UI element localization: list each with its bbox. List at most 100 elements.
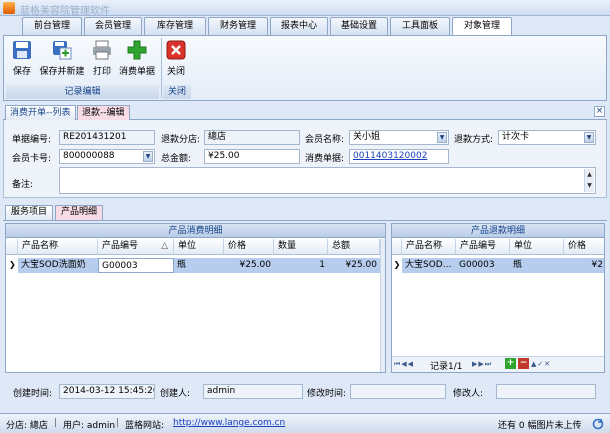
cell-product-code[interactable]: G00003 [456, 258, 510, 273]
refund-method-label: 退款方式: [454, 135, 494, 145]
doctab-consume-list[interactable]: 消费开单--列表 [5, 105, 76, 120]
tab-inventory[interactable]: 库存管理 [144, 17, 206, 35]
tab-member[interactable]: 会员管理 [84, 17, 142, 35]
card-no-label: 会员卡号: [12, 154, 52, 164]
tab-reports[interactable]: 报表中心 [270, 17, 328, 35]
creator-field[interactable]: admin [203, 384, 303, 399]
cell-unit[interactable]: 瓶 [174, 258, 224, 273]
cell-product-name[interactable]: 大宝SOD洗面奶 [18, 258, 98, 273]
col-product-code[interactable]: 产品编号 △ [98, 239, 174, 255]
title-bar: 蓝格美容院管理软件 [0, 0, 610, 17]
refund-grid-title: 产品退款明细 [392, 224, 604, 238]
print-button[interactable]: 打印 [90, 39, 114, 79]
close-icon [166, 40, 186, 60]
member-name-select[interactable]: 关小姐 ▼ [349, 130, 449, 145]
col-product-code-label: 产品编号 [102, 241, 139, 251]
product-refund-grid: 产品退款明细 产品名称 产品编号 单位 价格 ❯ 大宝SOD... G00003… [391, 223, 605, 373]
chevron-down-icon[interactable]: ▼ [143, 151, 153, 162]
status-site-label: 蓝格网站: [125, 421, 165, 431]
created-time-label: 创建时间: [13, 389, 53, 399]
remark-label: 备注: [12, 180, 34, 190]
nav-edit-icons[interactable]: ▲✓✕ [531, 360, 551, 368]
printer-icon [93, 40, 111, 60]
chevron-down-icon[interactable]: ▼ [584, 132, 594, 143]
modifier-field[interactable] [496, 384, 596, 399]
app-title: 蓝格美容院管理软件 [20, 6, 110, 17]
member-name-label: 会员名称: [305, 135, 345, 145]
print-label: 打印 [92, 67, 111, 77]
row-pointer-icon: ❯ [9, 260, 16, 269]
cell-price[interactable]: ¥25.00 [224, 258, 274, 273]
member-name-value: 关小姐 [353, 132, 381, 142]
col-unit[interactable]: 单位 [174, 239, 224, 255]
status-bar: 分店: 總店 | 用户: admin | 蓝格网站: http://www.la… [0, 413, 610, 433]
add-row-icon[interactable]: + [505, 358, 516, 369]
remark-textarea[interactable] [59, 167, 596, 194]
col-price[interactable]: 价格 [224, 239, 274, 255]
plus-icon [127, 40, 147, 60]
status-site-link[interactable]: http://www.lange.com.cn [173, 418, 285, 428]
tab-front[interactable]: 前台管理 [22, 17, 82, 35]
consume-doc-button[interactable]: 消费单据 [118, 39, 156, 79]
save-button[interactable]: 保存 [10, 39, 34, 79]
row-indicator-header [6, 239, 18, 255]
cell-qty[interactable]: 1 [274, 258, 328, 273]
cell-product-name[interactable]: 大宝SOD... [402, 258, 456, 273]
consume-grid-scrollbar[interactable] [380, 239, 385, 372]
save-icon [13, 41, 31, 59]
consume-doc-link[interactable]: 0011403120002 [349, 149, 449, 164]
tab-service-items[interactable]: 服务项目 [5, 205, 54, 220]
cell-unit[interactable]: 瓶 [510, 258, 564, 273]
col-product-code[interactable]: 产品编号 [456, 239, 510, 255]
refund-method-value: 计次卡 [502, 132, 530, 142]
save-new-label: 保存并新建 [39, 67, 85, 77]
group-close: 关闭 [163, 85, 191, 99]
save-new-icon [53, 41, 72, 60]
refresh-icon[interactable] [592, 418, 604, 430]
col-qty[interactable]: 数量 [274, 239, 328, 255]
app-icon [3, 2, 15, 14]
creator-label: 创建人: [160, 389, 191, 399]
total-field[interactable]: ¥25.00 [204, 149, 300, 164]
tab-tools[interactable]: 工具面板 [390, 17, 450, 35]
status-branch: 分店: 總店 [6, 421, 48, 431]
cell-amount[interactable]: ¥25.00 [328, 258, 380, 273]
save-new-button[interactable]: 保存并新建 [39, 39, 85, 79]
status-user: 用户: admin [63, 421, 116, 431]
col-product-name[interactable]: 产品名称 [18, 239, 98, 255]
nav-next-last-icons[interactable]: ▶▶⏭ [472, 360, 492, 369]
tab-objects[interactable]: 对象管理 [452, 17, 512, 36]
created-time-field[interactable]: 2014-03-12 15:45:20 [59, 384, 155, 399]
total-label: 总金额: [161, 154, 192, 164]
close-button[interactable]: 关闭 [164, 39, 188, 79]
modifier-label: 修改人: [453, 389, 484, 399]
group-record-edit: 记录编辑 [6, 85, 159, 99]
remark-scrollbar[interactable]: ▲ ▼ [584, 169, 594, 192]
tab-finance[interactable]: 财务管理 [208, 17, 268, 35]
consume-doc-label: 消费单据 [118, 67, 155, 77]
doc-no-field[interactable]: RE201431201 [59, 130, 155, 145]
row-pointer-icon: ❯ [393, 260, 401, 269]
cell-price[interactable]: ¥2 [564, 258, 604, 273]
col-price[interactable]: 价格 [564, 239, 604, 255]
nav-first-prev-icons[interactable]: ⏮◀◀ [394, 360, 414, 369]
branch-field[interactable]: 總店 [204, 130, 300, 145]
consume-grid-title: 产品消费明细 [6, 224, 385, 238]
refund-grid-navigator: ⏮◀◀ 记录1/1 ▶▶⏭ + − ▲✓✕ [392, 356, 604, 372]
cell-product-code-editor[interactable]: G00003 [98, 258, 174, 273]
tab-settings[interactable]: 基础设置 [330, 17, 388, 35]
delete-row-icon[interactable]: − [518, 358, 529, 369]
col-unit[interactable]: 单位 [510, 239, 564, 255]
col-product-name[interactable]: 产品名称 [402, 239, 456, 255]
doctab-refund-edit[interactable]: 退款--编辑 [77, 105, 130, 120]
document-tabs: 消费开单--列表 退款--编辑 × [3, 104, 607, 120]
close-doc-icon[interactable]: × [594, 106, 605, 117]
ribbon: 保存 保存并新建 打印 消费单据 关闭 记录编辑 关闭 [3, 35, 607, 101]
card-no-select[interactable]: 800000088 ▼ [59, 149, 155, 164]
modified-time-field[interactable] [350, 384, 446, 399]
refund-form: 单据编号: RE201431201 退款分店: 總店 会员名称: 关小姐 ▼ 退… [3, 120, 607, 198]
tab-product-detail[interactable]: 产品明细 [55, 205, 104, 220]
col-amount[interactable]: 总额 [328, 239, 380, 255]
refund-method-select[interactable]: 计次卡 ▼ [498, 130, 596, 145]
chevron-down-icon[interactable]: ▼ [437, 132, 447, 143]
